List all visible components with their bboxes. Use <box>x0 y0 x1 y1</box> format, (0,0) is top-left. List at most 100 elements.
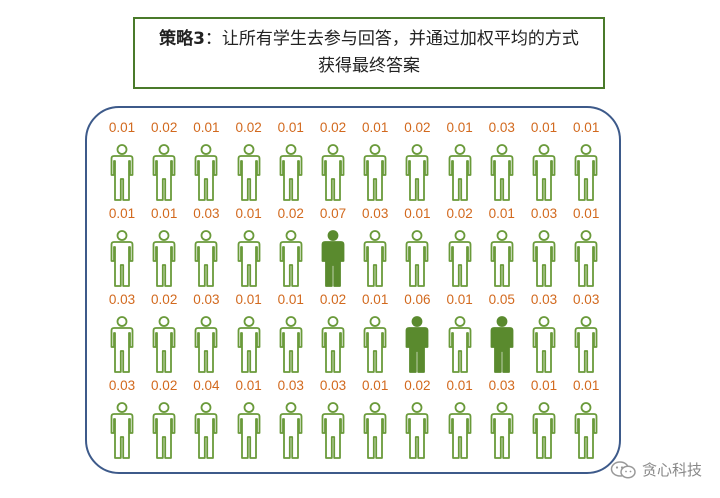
student-1-2: 0.02 <box>143 120 185 204</box>
student-weight: 0.02 <box>319 120 347 135</box>
student-4-5: 0.03 <box>270 378 312 462</box>
student-1-12: 0.01 <box>565 120 607 204</box>
person-outline-icon <box>110 316 134 373</box>
student-weight: 0.03 <box>108 292 136 307</box>
person-outline-icon <box>321 144 345 201</box>
student-1-3: 0.01 <box>185 120 227 204</box>
student-4-4: 0.01 <box>228 378 270 462</box>
student-4-1: 0.03 <box>101 378 143 462</box>
student-3-8: 0.06 <box>396 292 438 376</box>
student-weight: 0.02 <box>277 206 304 221</box>
student-4-7: 0.01 <box>354 378 396 462</box>
student-weight: 0.01 <box>362 120 389 135</box>
student-3-11: 0.03 <box>523 292 565 376</box>
student-weight: 0.03 <box>362 206 389 221</box>
student-weight: 0.02 <box>446 206 473 221</box>
person-outline-icon <box>363 402 387 459</box>
student-weight: 0.02 <box>151 378 178 393</box>
student-weight: 0.03 <box>319 378 347 393</box>
student-4-2: 0.02 <box>143 378 185 462</box>
student-4-11: 0.01 <box>523 378 565 462</box>
student-weight: 0.07 <box>319 206 347 221</box>
student-3-3: 0.03 <box>185 292 227 376</box>
students-grid: 0.01 0.02 0.01 0.02 0.01 0.02 0.01 0.02 0.01 0.03… <box>101 120 607 464</box>
student-4-9: 0.01 <box>439 378 481 462</box>
person-outline-icon <box>110 144 134 201</box>
student-weight: 0.03 <box>530 206 558 221</box>
person-outline-icon <box>110 402 134 459</box>
student-weight: 0.01 <box>151 206 178 221</box>
person-outline-icon <box>237 144 260 201</box>
person-outline-icon <box>237 402 260 459</box>
student-3-9: 0.01 <box>439 292 481 376</box>
person-filled-icon <box>490 316 514 373</box>
person-outline-icon <box>279 402 303 459</box>
person-outline-icon <box>194 144 218 201</box>
person-outline-icon <box>363 144 387 201</box>
title-strategy: 策略3 <box>159 29 205 49</box>
person-outline-icon <box>279 230 303 287</box>
student-weight: 0.03 <box>488 378 515 393</box>
person-outline-icon <box>532 230 556 287</box>
student-weight: 0.02 <box>151 292 178 307</box>
student-weight: 0.03 <box>193 206 220 221</box>
student-4-12: 0.01 <box>565 378 607 462</box>
person-outline-icon <box>405 144 429 201</box>
student-1-10: 0.03 <box>481 120 523 204</box>
student-2-5: 0.02 <box>270 206 312 290</box>
student-1-1: 0.01 <box>101 120 143 204</box>
person-outline-icon <box>194 316 218 373</box>
person-outline-icon <box>152 402 176 459</box>
person-outline-icon <box>532 316 556 373</box>
title-text: 策略3：让所有学生去参与回答，并通过加权平均的方式获得最终答案 <box>157 26 581 80</box>
student-3-1: 0.03 <box>101 292 143 376</box>
student-weight: 0.03 <box>277 378 304 393</box>
person-outline-icon <box>237 316 260 373</box>
person-outline-icon <box>490 402 514 459</box>
student-3-4: 0.01 <box>228 292 270 376</box>
student-1-11: 0.01 <box>523 120 565 204</box>
person-filled-icon <box>321 230 345 287</box>
student-1-5: 0.01 <box>270 120 312 204</box>
student-weight: 0.01 <box>235 206 262 221</box>
student-weight: 0.02 <box>151 120 178 135</box>
wechat-icon <box>610 460 636 479</box>
student-weight: 0.02 <box>404 378 431 393</box>
title-description: ：让所有学生去参与回答，并通过加权平均的方式获得最终答案 <box>204 29 579 76</box>
student-weight: 0.03 <box>108 378 136 393</box>
student-3-12: 0.03 <box>565 292 607 376</box>
student-weight: 0.02 <box>404 120 431 135</box>
student-2-4: 0.01 <box>228 206 270 290</box>
student-3-5: 0.01 <box>270 292 312 376</box>
person-outline-icon <box>490 230 514 287</box>
person-outline-icon <box>194 230 218 287</box>
student-3-10: 0.05 <box>481 292 523 376</box>
person-outline-icon <box>574 402 598 459</box>
person-outline-icon <box>237 230 260 287</box>
person-outline-icon <box>574 230 598 287</box>
person-outline-icon <box>405 230 429 287</box>
watermark-text: 贪心科技 <box>641 461 702 479</box>
student-weight: 0.01 <box>235 378 262 393</box>
watermark: 贪心科技 <box>610 459 702 480</box>
person-outline-icon <box>321 402 345 459</box>
person-outline-icon <box>110 230 134 287</box>
student-weight: 0.04 <box>193 378 220 393</box>
person-outline-icon <box>152 144 176 201</box>
person-outline-icon <box>532 402 556 459</box>
student-2-7: 0.03 <box>354 206 396 290</box>
person-outline-icon <box>321 316 345 373</box>
student-weight: 0.02 <box>235 120 262 135</box>
person-outline-icon <box>279 144 303 201</box>
student-2-11: 0.03 <box>523 206 565 290</box>
student-1-6: 0.02 <box>312 120 354 204</box>
student-weight: 0.03 <box>530 292 558 307</box>
student-3-7: 0.01 <box>354 292 396 376</box>
student-2-1: 0.01 <box>101 206 143 290</box>
student-weight: 0.01 <box>362 378 389 393</box>
person-outline-icon <box>448 316 471 373</box>
student-weight: 0.06 <box>404 292 431 307</box>
student-1-8: 0.02 <box>396 120 438 204</box>
student-weight: 0.01 <box>573 378 600 393</box>
student-2-8: 0.01 <box>396 206 438 290</box>
